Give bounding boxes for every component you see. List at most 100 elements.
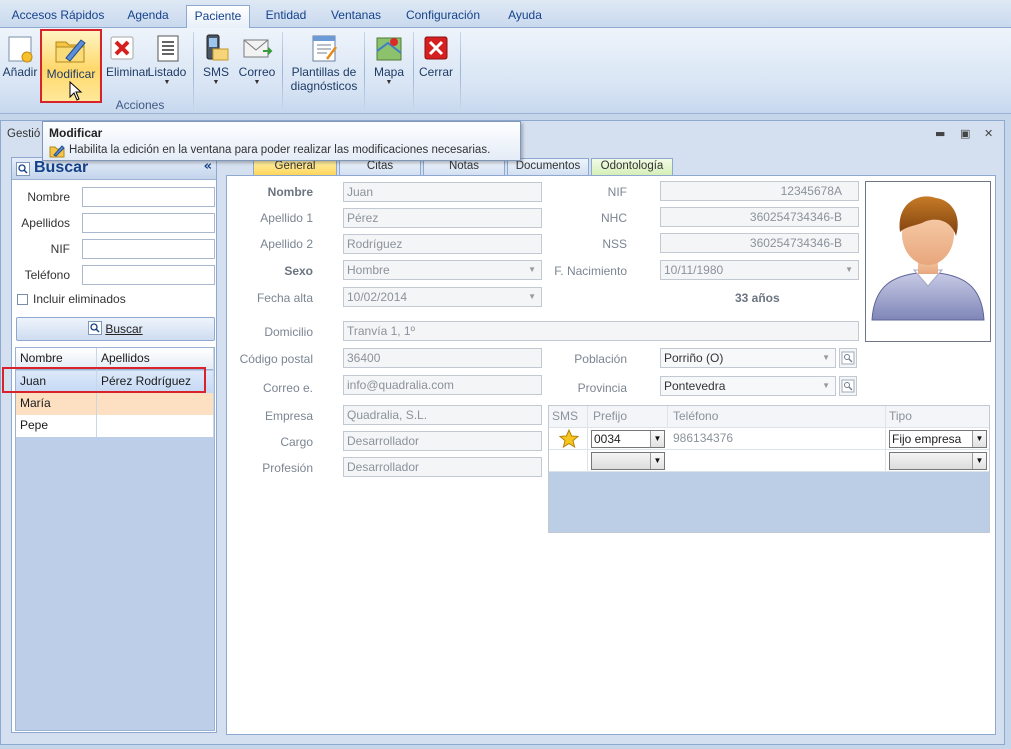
table-row[interactable]: ▼ ▼ [549, 450, 989, 472]
chevron-down-icon: ▼ [822, 353, 830, 362]
diagnosis-templates-button[interactable]: Plantillas de diagnósticos [286, 30, 362, 102]
mail-button[interactable]: Correo ▼ [236, 30, 278, 102]
ribbon-separator [282, 32, 283, 110]
phone-type-select-empty[interactable]: ▼ [889, 452, 987, 470]
menu-tab-ayuda[interactable]: Ayuda [500, 5, 550, 28]
fecha-alta-field[interactable]: 10/02/2014 ▼ [343, 287, 542, 307]
search-name-input[interactable] [82, 187, 215, 207]
mail-icon [243, 39, 273, 58]
row-name: María [16, 393, 97, 415]
sms-cell[interactable] [549, 450, 588, 472]
provincia-select[interactable]: Pontevedra ▼ [660, 376, 836, 396]
table-row[interactable]: 0034 ▼ 986134376 Fijo empresa ▼ [549, 428, 989, 450]
prefix-select-empty[interactable]: ▼ [591, 452, 665, 470]
close-label: Cerrar [418, 65, 453, 79]
nif-field[interactable]: 12345678A [660, 181, 859, 201]
modify-button[interactable]: Modificar [40, 29, 102, 103]
row-surname [97, 415, 214, 437]
search-nif-label: NIF [50, 242, 70, 256]
phones-header: SMS Prefijo Teléfono Tipo [549, 406, 989, 428]
map-label: Mapa [373, 65, 405, 79]
sms-button[interactable]: SMS ▼ [198, 30, 234, 102]
table-row[interactable]: Pepe [16, 415, 214, 437]
cargo-field[interactable]: Desarrollador [343, 431, 542, 451]
chevron-down-icon: ▼ [972, 453, 986, 469]
close-button[interactable]: Cerrar [417, 30, 455, 102]
menu-tab-agenda[interactable]: Agenda [116, 5, 180, 28]
add-button[interactable]: Añadir [2, 30, 38, 102]
codigo-postal-field[interactable]: 36400 [343, 348, 542, 368]
menu-tab-accesos-rapidos[interactable]: Accesos Rápidos [4, 5, 112, 28]
label-nhc: NHC [601, 211, 627, 225]
menu-tab-configuracion[interactable]: Configuración [394, 5, 492, 28]
close-window-icon[interactable]: ✕ [984, 127, 993, 140]
search-surname-input[interactable] [82, 213, 215, 233]
phone-type-value: Fijo empresa [892, 432, 962, 446]
phone-number-cell[interactable]: 986134376 [668, 428, 886, 450]
column-header-prefix[interactable]: Prefijo [588, 406, 668, 428]
poblacion-lookup-button[interactable] [839, 348, 857, 368]
chevron-down-icon: ▼ [822, 381, 830, 390]
menu-tab-paciente[interactable]: Paciente [186, 5, 250, 28]
prefix-select[interactable]: 0034 ▼ [591, 430, 665, 448]
provincia-lookup-button[interactable] [839, 376, 857, 396]
label-sexo: Sexo [284, 264, 313, 278]
map-button[interactable]: Mapa ▼ [369, 30, 409, 102]
include-deleted-label: Incluir eliminados [33, 292, 126, 306]
birthdate-field[interactable]: 10/11/1980 ▼ [660, 260, 859, 280]
map-dropdown-icon: ▼ [385, 79, 393, 86]
search-phone-input[interactable] [82, 265, 215, 285]
menu-tab-ventanas[interactable]: Ventanas [322, 5, 390, 28]
delete-label: Eliminar [106, 65, 150, 79]
modify-label: Modificar [46, 67, 96, 81]
phones-table: SMS Prefijo Teléfono Tipo 0034 ▼ 9861343… [548, 405, 990, 533]
collapse-panel-button[interactable]: « [204, 159, 212, 174]
poblacion-select[interactable]: Porriño (O) ▼ [660, 348, 836, 368]
results-table: Nombre Apellidos Juan Pérez Rodríguez Ma… [15, 347, 215, 731]
column-header-type[interactable]: Tipo [886, 406, 989, 428]
tab-odontologia[interactable]: Odontología [591, 158, 673, 175]
include-deleted-checkbox[interactable] [17, 294, 28, 305]
maximize-icon[interactable]: ▣ [960, 127, 970, 140]
sms-cell[interactable] [549, 428, 588, 450]
provincia-value: Pontevedra [664, 379, 726, 393]
profesion-field[interactable]: Desarrollador [343, 457, 542, 477]
search-surname-label: Apellidos [21, 216, 70, 230]
phone-number-cell[interactable] [668, 450, 886, 472]
label-f-nacimiento: F. Nacimiento [554, 264, 627, 278]
search-nif-input[interactable] [82, 239, 215, 259]
mail-dropdown-icon: ▼ [253, 79, 261, 86]
avatar-icon [871, 196, 985, 321]
delete-icon [110, 36, 134, 60]
menu-tab-entidad[interactable]: Entidad [256, 5, 316, 28]
column-header-phone[interactable]: Teléfono [668, 406, 886, 428]
close-icon [424, 36, 448, 60]
patient-photo[interactable] [865, 181, 991, 342]
search-button[interactable]: Buscar [16, 317, 215, 341]
nss-field[interactable]: 360254734346-B [660, 233, 859, 253]
list-button[interactable]: Listado ▼ [146, 30, 188, 102]
type-cell: ▼ [886, 450, 989, 472]
apellido2-field[interactable]: Rodríguez [343, 234, 542, 254]
label-domicilio: Domicilio [264, 325, 313, 339]
templates-label-line1: Plantillas de [291, 65, 357, 79]
search-phone-label: Teléfono [24, 268, 70, 282]
minimize-icon[interactable]: ▬ [935, 127, 945, 140]
search-icon [841, 351, 855, 365]
star-icon[interactable] [559, 429, 579, 449]
column-header-sms[interactable]: SMS [549, 406, 588, 428]
row-name: Pepe [16, 415, 97, 437]
prefix-value: 0034 [594, 432, 621, 446]
delete-button[interactable]: Eliminar [106, 30, 150, 102]
empresa-field[interactable]: Quadralia, S.L. [343, 405, 542, 425]
table-row[interactable]: María [16, 393, 214, 415]
nombre-field[interactable]: Juan [343, 182, 542, 202]
map-icon [376, 37, 402, 61]
sexo-select[interactable]: Hombre ▼ [343, 260, 542, 280]
folder-edit-icon [55, 39, 86, 63]
apellido1-field[interactable]: Pérez [343, 208, 542, 228]
email-field[interactable]: info@quadralia.com [343, 375, 542, 395]
domicilio-field[interactable]: Tranvía 1, 1º [343, 321, 859, 341]
phone-type-select[interactable]: Fijo empresa ▼ [889, 430, 987, 448]
nhc-field[interactable]: 360254734346-B [660, 207, 859, 227]
